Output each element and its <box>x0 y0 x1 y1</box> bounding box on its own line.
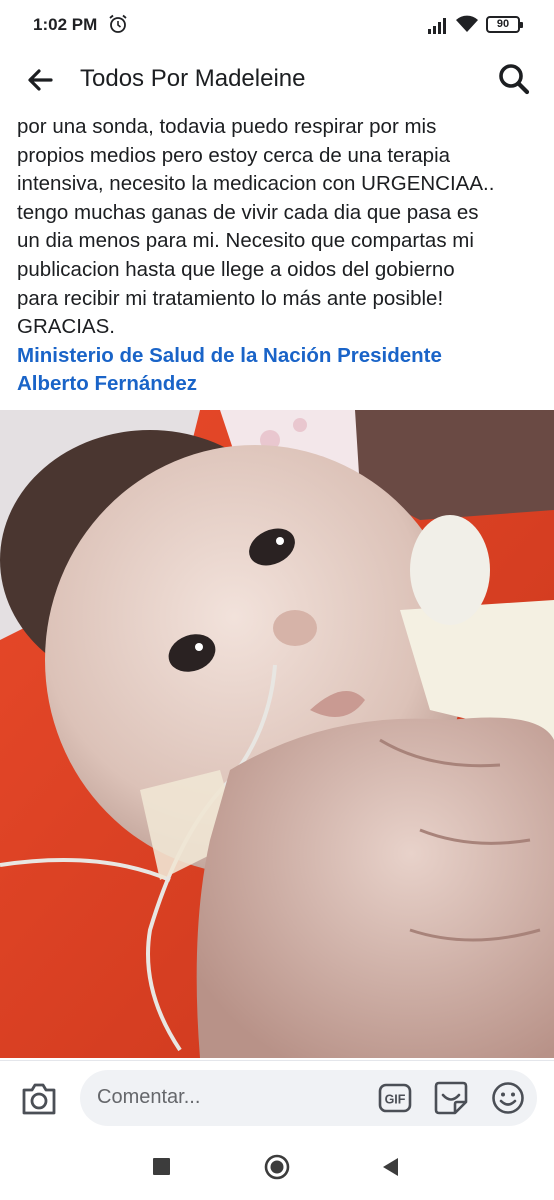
wifi-icon <box>456 15 478 32</box>
mention-link[interactable]: Alberto Fernández <box>17 370 542 399</box>
page-header: Todos Por Madeleine <box>0 50 554 110</box>
system-nav-bar <box>0 1134 554 1200</box>
post-text-line: GRACIAS. <box>17 315 115 339</box>
page-title: Todos Por Madeleine <box>80 65 306 92</box>
gif-icon[interactable]: GIF <box>378 1082 412 1114</box>
comment-bar: Comentar... GIF <box>0 1060 554 1134</box>
post-text-line: por una sonda, todavia puedo respirar po… <box>17 115 437 138</box>
signal-icon <box>428 18 446 34</box>
post-text-line: publicacion hasta que llege a oidos del … <box>17 257 455 281</box>
baby-photo-illustration <box>0 410 554 1058</box>
search-icon[interactable] <box>497 62 531 96</box>
sticker-icon[interactable] <box>433 1080 469 1116</box>
status-time: 1:02 PM <box>33 15 98 34</box>
recent-apps-icon[interactable] <box>153 1158 170 1175</box>
post-text-line: tengo muchas ganas de vivir cada dia que… <box>17 200 479 224</box>
camera-icon[interactable] <box>20 1081 58 1117</box>
post-text-line: propios medios pero estoy cerca de una t… <box>17 143 451 167</box>
battery-icon: 90 <box>486 16 523 33</box>
comment-input[interactable]: Comentar... GIF <box>80 1070 537 1126</box>
mention-link[interactable]: Ministerio de Salud de la Nación Preside… <box>17 342 542 371</box>
emoji-icon[interactable] <box>491 1081 525 1115</box>
status-bar: 1:02 PM 90 <box>0 0 554 50</box>
post-text: por una sonda, todavia puedo respirar po… <box>17 113 542 399</box>
alarm-icon <box>109 14 127 33</box>
arrow-left-icon[interactable] <box>24 64 56 96</box>
post-text-line: para recibir mi tratamiento lo más ante … <box>17 286 444 310</box>
post-photo[interactable] <box>0 410 554 1058</box>
home-icon[interactable] <box>264 1154 290 1180</box>
post-text-line: intensiva, necesito la medicacion con UR… <box>17 172 495 196</box>
back-icon[interactable] <box>380 1156 400 1178</box>
gif-label: GIF <box>385 1093 406 1107</box>
comment-placeholder: Comentar... <box>97 1086 201 1108</box>
post-text-line: un dia menos para mi. Necesito que compa… <box>17 229 474 253</box>
